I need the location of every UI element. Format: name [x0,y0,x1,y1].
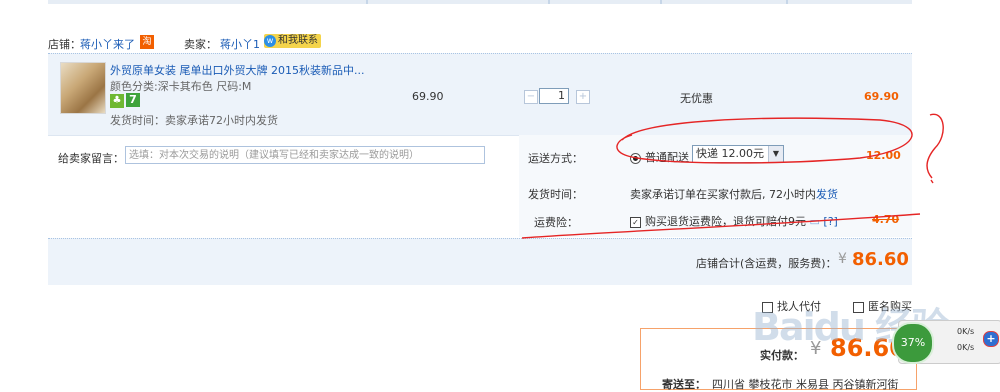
red-annotation-overlay [521,113,944,239]
